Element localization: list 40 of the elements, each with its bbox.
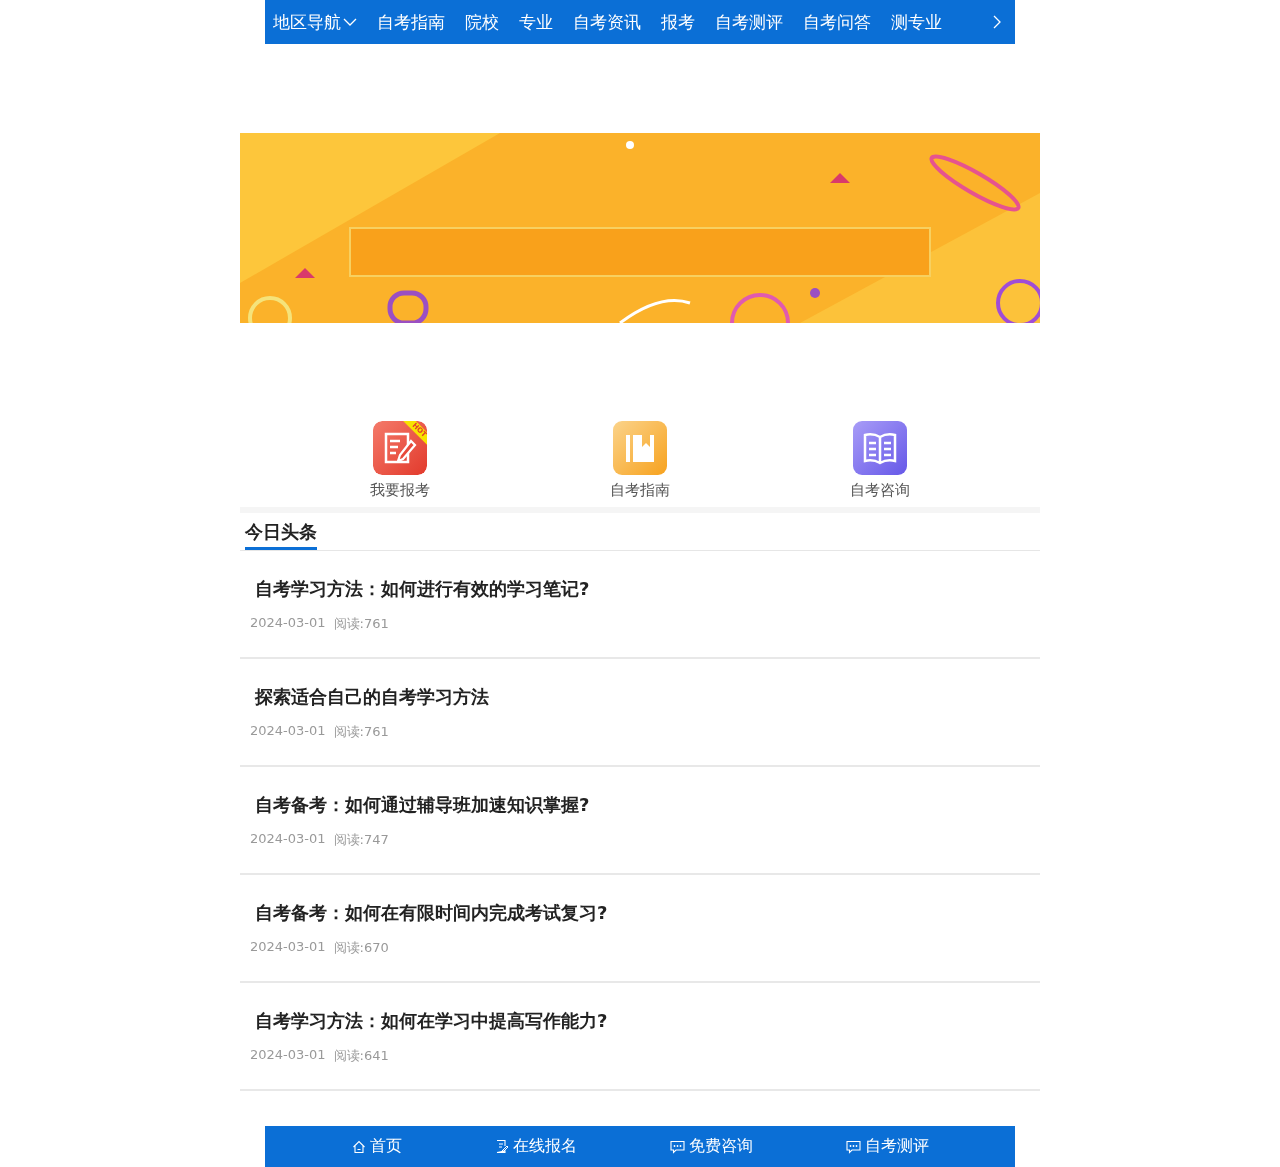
home-icon — [351, 1139, 366, 1154]
article-title[interactable]: 自考学习方法：如何在学习中提高写作能力? — [250, 1009, 608, 1033]
nav-link[interactable]: 自考指南 — [377, 10, 445, 34]
article-date: 2024-03-01 — [250, 723, 326, 740]
chevron-down-icon — [343, 17, 357, 27]
shortcut-link[interactable]: 自考指南 — [610, 421, 670, 507]
notepad-pencil-icon — [373, 421, 427, 475]
nav-link[interactable]: 报考 — [661, 10, 695, 34]
chat-bubble-icon — [669, 1139, 685, 1154]
article-date: 2024-03-01 — [250, 615, 326, 632]
article-title[interactable]: 自考备考：如何在有限时间内完成考试复习? — [250, 901, 608, 925]
article-title[interactable]: 自考备考：如何通过辅导班加速知识掌握? — [250, 793, 590, 817]
nav-link[interactable]: 自考问答 — [803, 10, 871, 34]
article-date: 2024-03-01 — [250, 1047, 326, 1064]
book-icon — [613, 421, 667, 475]
region-menu[interactable]: 地区导航 — [273, 10, 357, 34]
read-count: 阅读:641 — [333, 1047, 389, 1065]
bottom-tab[interactable]: 免费咨询 — [669, 1136, 753, 1157]
nav-link[interactable]: 自考资讯 — [573, 10, 641, 34]
read-count: 阅读:670 — [333, 939, 389, 957]
chevron-right-icon[interactable] — [993, 15, 1001, 29]
open-book-icon — [853, 421, 907, 475]
article-date: 2024-03-01 — [250, 939, 326, 956]
bottom-tab[interactable]: 在线报名 — [494, 1136, 577, 1157]
article-title[interactable]: 自考学习方法：如何进行有效的学习笔记? — [250, 577, 590, 601]
nav-link[interactable]: 专业 — [519, 10, 553, 34]
article-date: 2024-03-01 — [250, 831, 326, 848]
read-count: 阅读:747 — [333, 831, 389, 849]
nav-link[interactable]: 测专业 — [891, 10, 942, 34]
bottom-tab[interactable]: 首页 — [351, 1136, 402, 1157]
bottom-tab[interactable]: 自考测评 — [845, 1136, 929, 1157]
nav-link[interactable]: 院校 — [465, 10, 499, 34]
read-count: 阅读:761 — [333, 615, 389, 633]
nav-link[interactable]: 自考测评 — [715, 10, 783, 34]
chat-bubble-icon — [845, 1139, 861, 1154]
article-title[interactable]: 探索适合自己的自考学习方法 — [250, 685, 489, 709]
form-pencil-icon — [494, 1139, 509, 1154]
read-count: 阅读:761 — [333, 723, 389, 741]
shortcut-link[interactable]: 自考咨询 — [850, 421, 910, 507]
section-tab[interactable]: 今日头条 — [245, 519, 317, 550]
